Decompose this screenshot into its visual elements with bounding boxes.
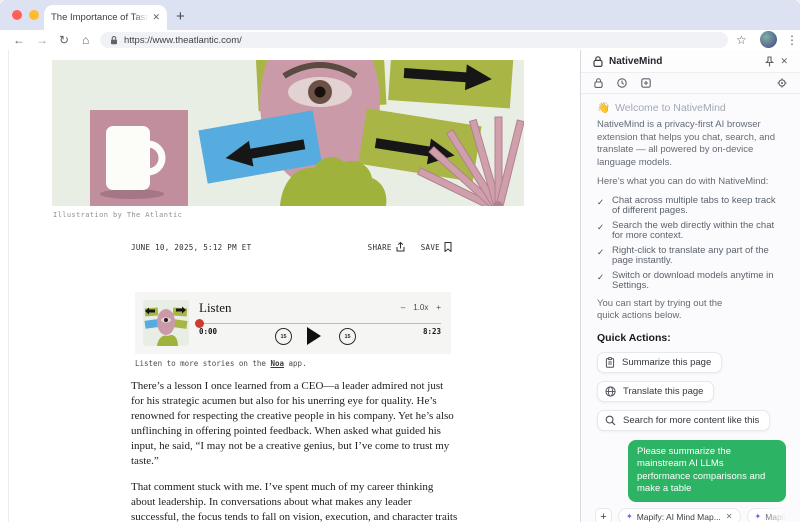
tab-title: The Importance of Taste in th — [51, 12, 148, 23]
feature-list: ✓ Chat across multiple tabs to keep trac… — [597, 192, 786, 292]
playback-speed-control: – 1.0x + — [401, 303, 441, 312]
speed-up-button[interactable]: + — [436, 303, 441, 312]
save-button[interactable]: SAVE — [421, 242, 452, 252]
attachment-chips-row: + ✦ Mapify: AI Mind Map... ✕ ✦ Mapify: A… — [595, 508, 786, 522]
url-bar[interactable]: https://www.theatlantic.com/ — [100, 32, 728, 48]
sidebar-toolbar — [581, 73, 800, 94]
progress-bar[interactable] — [199, 323, 441, 324]
illustration-caption: Illustration by The Atlantic — [53, 211, 182, 219]
nativemind-logo-icon — [593, 56, 603, 67]
settings-gear-icon[interactable] — [777, 78, 787, 88]
private-chat-icon[interactable] — [594, 78, 603, 88]
sidebar-header: NativeMind ✕ — [581, 50, 800, 73]
audio-player: Listen – 1.0x + 0:00 8:23 15 15 — [135, 292, 451, 354]
check-icon: ✓ — [597, 271, 605, 292]
quick-actions-label: Quick Actions: — [597, 332, 786, 344]
sparkle-icon: ✦ — [755, 512, 762, 521]
capabilities-intro: Here’s what you can do with NativeMind: — [597, 176, 787, 189]
search-icon — [605, 415, 616, 426]
share-icon — [396, 242, 405, 252]
list-item: ✓ Chat across multiple tabs to keep trac… — [597, 196, 786, 217]
sidebar-chat-area: 👋 Welcome to NativeMind NativeMind is a … — [581, 94, 800, 522]
pin-icon[interactable] — [765, 56, 774, 67]
article-paragraph: There’s a lesson I once learned from a C… — [131, 379, 458, 469]
wave-emoji-icon: 👋 — [597, 101, 610, 114]
audio-thumbnail — [143, 300, 189, 346]
attachment-chip[interactable]: ✦ Mapify: AI Mi — [747, 508, 787, 522]
elapsed-time: 0:00 — [199, 327, 217, 336]
address-bar: ← → ↻ ⌂ https://www.theatlantic.com/ ☆ ⋮ — [0, 30, 800, 50]
article-body: There’s a lesson I once learned from a C… — [131, 379, 458, 522]
summarize-page-button[interactable]: Summarize this page — [597, 352, 722, 373]
translate-icon — [605, 386, 616, 397]
tab-close-icon[interactable]: ✕ — [152, 12, 160, 23]
check-icon: ✓ — [597, 196, 605, 217]
article-dateline: JUNE 10, 2025, 5:12 PM ET — [131, 243, 251, 252]
back-icon[interactable]: ← — [13, 32, 25, 48]
article-paragraph: That comment stuck with me. I’ve spent m… — [131, 480, 458, 522]
play-button[interactable] — [307, 327, 321, 345]
minimize-window-button[interactable] — [29, 10, 39, 20]
list-item: ✓ Right-click to translate any part of t… — [597, 246, 786, 267]
bookmark-star-icon[interactable]: ☆ — [736, 32, 747, 48]
history-clock-icon[interactable] — [617, 78, 627, 88]
url-text: https://www.theatlantic.com/ — [124, 35, 242, 46]
speed-down-button[interactable]: – — [401, 303, 405, 312]
user-message-bubble: Please summarize the mainstream AI LLMs … — [628, 440, 786, 502]
attachment-chip[interactable]: ✦ Mapify: AI Mind Map... ✕ — [618, 508, 741, 522]
page-edge — [8, 50, 9, 522]
check-icon: ✓ — [597, 221, 605, 242]
article-page: Illustration by The Atlantic JUNE 10, 20… — [0, 50, 580, 522]
sidebar-close-icon[interactable]: ✕ — [780, 56, 788, 67]
menu-kebab-icon[interactable]: ⋮ — [786, 32, 798, 48]
new-tab-button[interactable]: + — [176, 7, 185, 27]
clipboard-icon — [605, 357, 615, 368]
noa-app-link[interactable]: Noa — [270, 359, 284, 368]
speed-value: 1.0x — [413, 303, 428, 312]
list-item: ✓ Switch or download models anytime in S… — [597, 271, 786, 292]
welcome-heading: 👋 Welcome to NativeMind — [597, 101, 786, 114]
nativemind-sidebar: NativeMind ✕ 👋 Welcome to NativeM — [580, 50, 800, 522]
quick-actions-hint: You can start by trying out the quick ac… — [597, 298, 747, 323]
home-icon[interactable]: ⌂ — [82, 32, 89, 48]
profile-avatar[interactable] — [760, 31, 777, 48]
sparkle-icon: ✦ — [626, 512, 633, 521]
tab-strip: The Importance of Taste in th ✕ + — [0, 0, 800, 30]
translate-page-button[interactable]: Translate this page — [597, 381, 714, 402]
add-attachment-button[interactable]: + — [595, 508, 612, 522]
noa-promo-line: Listen to more stories on the Noa app. — [135, 359, 307, 368]
search-similar-button[interactable]: Search for more content like this — [597, 410, 770, 431]
new-chat-icon[interactable] — [641, 78, 651, 88]
duration-time: 8:23 — [423, 327, 441, 336]
bookmark-icon — [444, 242, 452, 252]
hero-illustration — [52, 60, 524, 206]
skip-back-15-button[interactable]: 15 — [275, 328, 292, 345]
article-meta: JUNE 10, 2025, 5:12 PM ET SHARE SAVE — [131, 242, 452, 252]
sidebar-title: NativeMind — [609, 56, 662, 67]
intro-text: NativeMind is a privacy-first AI browser… — [597, 119, 787, 169]
list-item: ✓ Search the web directly within the cha… — [597, 221, 786, 242]
close-window-button[interactable] — [12, 10, 22, 20]
check-icon: ✓ — [597, 246, 605, 267]
skip-forward-15-button[interactable]: 15 — [339, 328, 356, 345]
share-button[interactable]: SHARE — [368, 242, 405, 252]
lock-icon — [110, 36, 118, 45]
browser-window: The Importance of Taste in th ✕ + ← → ↻ … — [0, 0, 800, 522]
browser-tab[interactable]: The Importance of Taste in th ✕ — [44, 5, 167, 30]
reload-icon[interactable]: ↻ — [59, 32, 69, 48]
chip-close-icon[interactable]: ✕ — [726, 512, 733, 521]
forward-icon[interactable]: → — [36, 32, 48, 48]
player-title: Listen — [199, 300, 232, 316]
